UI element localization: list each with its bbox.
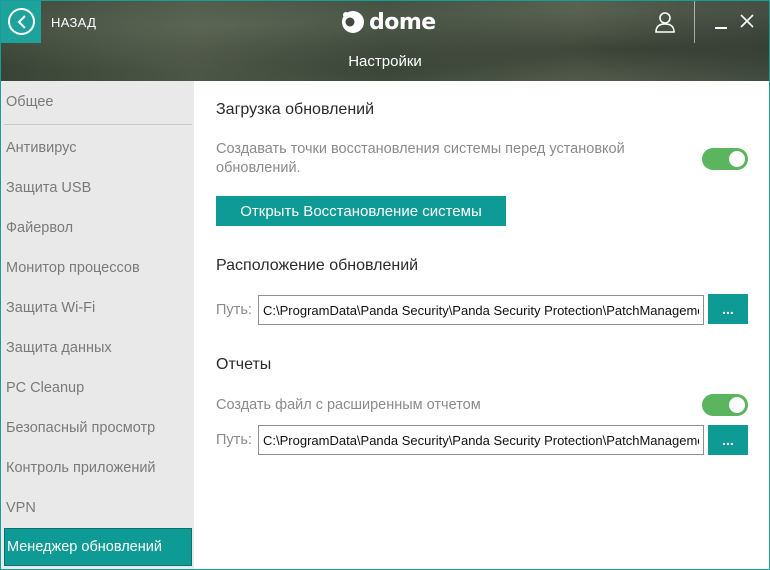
sidebar-item-safe-browsing[interactable]: Безопасный просмотр [4, 409, 192, 447]
panda-logo-icon [342, 11, 364, 33]
settings-sidebar: Общее Антивирус Защита USB Файервол Мони… [1, 81, 194, 569]
page-title: Настройки [348, 53, 422, 70]
reports-path-input[interactable] [258, 425, 704, 455]
dome-logo: dome [341, 8, 436, 36]
sidebar-item-vpn[interactable]: VPN [4, 489, 192, 527]
open-system-restore-button[interactable]: Открыть Восстановление системы [216, 196, 506, 226]
sidebar-item-usb-protection[interactable]: Защита USB [4, 169, 192, 207]
back-button[interactable] [1, 1, 41, 43]
section-title-updates-download: Загрузка обновлений [216, 101, 375, 118]
sidebar-item-general[interactable]: Общее [4, 83, 192, 121]
updates-path-input[interactable] [258, 295, 704, 325]
extended-report-toggle[interactable] [702, 394, 748, 416]
close-icon[interactable] [739, 13, 755, 29]
section-title-reports: Отчеты [216, 356, 272, 373]
reports-path-browse-button[interactable]: ... [708, 425, 748, 455]
minimize-button[interactable] [712, 9, 732, 31]
back-arrow-icon [8, 8, 35, 35]
settings-content: Загрузка обновлений Создавать точки восс… [194, 81, 769, 569]
sidebar-item-process-monitor[interactable]: Монитор процессов [4, 249, 192, 287]
sidebar-item-update-manager[interactable]: Менеджер обновлений [4, 528, 192, 566]
logo-text: dome [369, 9, 436, 35]
restore-points-toggle[interactable] [702, 148, 748, 170]
header-divider [694, 1, 695, 43]
back-label[interactable]: НАЗАД [51, 15, 96, 30]
updates-path-label: Путь: [216, 302, 252, 318]
sidebar-item-pc-cleanup[interactable]: PC Cleanup [4, 369, 192, 407]
restore-points-label: Создавать точки восстановления системы п… [216, 141, 625, 176]
sidebar-item-data-protection[interactable]: Защита данных [4, 329, 192, 367]
reports-path-label: Путь: [216, 432, 252, 448]
header-bar: НАЗАД dome Настройки [1, 1, 769, 81]
extended-report-label: Создать файл с расширенным отчетом [216, 397, 481, 413]
sidebar-item-app-control[interactable]: Контроль приложений [4, 449, 192, 487]
section-title-updates-location: Расположение обновлений [216, 257, 419, 274]
sidebar-item-wifi-protection[interactable]: Защита Wi-Fi [4, 289, 192, 327]
sidebar-item-antivirus[interactable]: Антивирус [4, 129, 192, 167]
sidebar-divider [4, 124, 192, 125]
updates-path-browse-button[interactable]: ... [708, 294, 748, 324]
settings-window: НАЗАД dome Настройки Общее Антивирус Защ… [0, 0, 770, 570]
user-account-icon[interactable] [654, 11, 676, 33]
sidebar-item-firewall[interactable]: Файервол [4, 209, 192, 247]
